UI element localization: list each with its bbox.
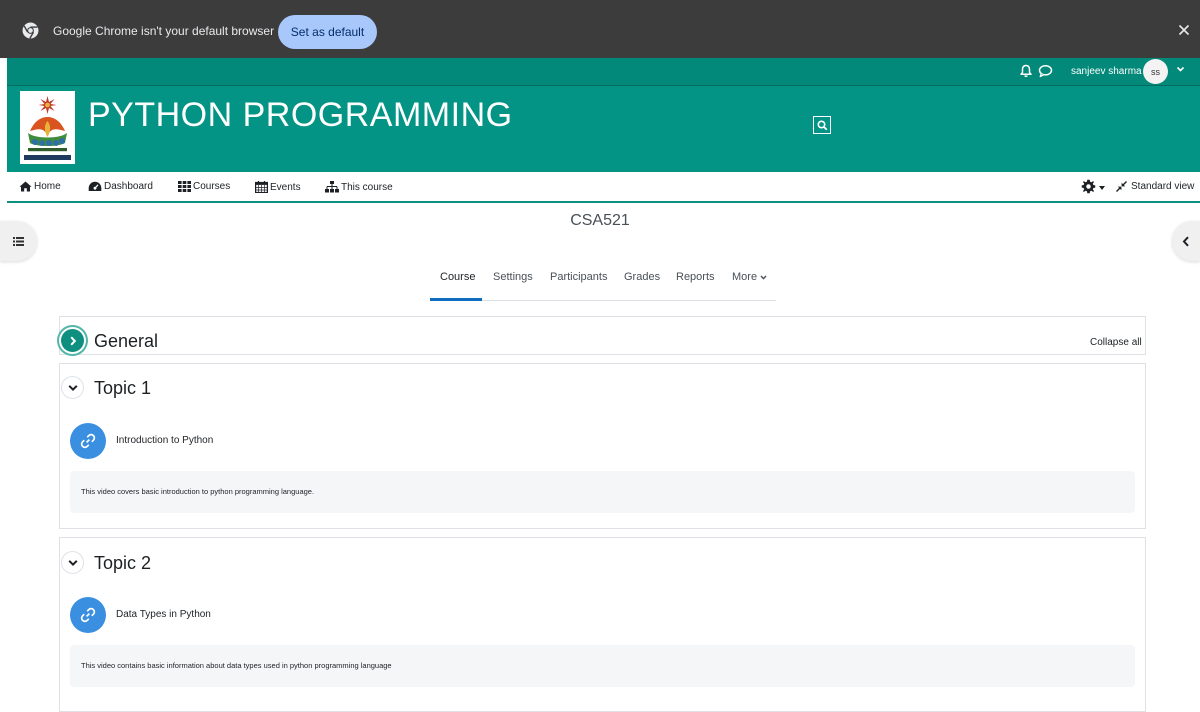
caret-down-icon[interactable] (1099, 186, 1105, 190)
activity-link[interactable]: Introduction to Python (116, 435, 213, 446)
tab-participants[interactable]: Participants (550, 271, 607, 283)
nav-courses[interactable]: Courses (178, 181, 230, 192)
search-button[interactable] (813, 116, 831, 134)
home-icon (19, 181, 32, 192)
nav-dashboard-label: Dashboard (104, 181, 153, 192)
close-icon[interactable] (1176, 22, 1192, 38)
chevron-down-icon (67, 559, 78, 566)
site-title[interactable]: PYTHON PROGRAMMING (88, 96, 513, 135)
avatar[interactable]: ss (1143, 59, 1168, 84)
sitemap-icon (325, 181, 339, 193)
compress-icon (1116, 181, 1127, 192)
section-general-title[interactable]: General (94, 331, 158, 352)
page-title: CSA521 (570, 212, 630, 229)
link-icon (80, 433, 96, 449)
url-activity-icon[interactable] (70, 423, 106, 459)
nav-events[interactable]: Events (255, 181, 301, 193)
tab-grades[interactable]: Grades (624, 271, 660, 283)
activity-description: This video covers basic introduction to … (70, 471, 1135, 513)
nav-this-course-label: This course (341, 181, 393, 193)
tab-settings[interactable]: Settings (493, 271, 533, 283)
collapse-all-link[interactable]: Collapse all (1090, 337, 1142, 348)
standard-view-label: Standard view (1131, 181, 1195, 192)
messages-icon[interactable] (1038, 64, 1053, 78)
nav-events-label: Events (270, 181, 301, 193)
activity-description-text: This video contains basic information ab… (81, 661, 392, 670)
tab-course[interactable]: Course (440, 271, 475, 283)
chevron-down-icon[interactable] (1176, 66, 1185, 73)
university-logo[interactable] (20, 91, 75, 164)
active-tab-indicator (430, 298, 482, 301)
nav-courses-label: Courses (193, 181, 231, 192)
tab-more-label: More (732, 271, 758, 283)
section-general-toggle[interactable] (61, 329, 84, 352)
chevron-left-icon (1182, 236, 1189, 246)
tab-reports[interactable]: Reports (676, 271, 715, 283)
search-icon (816, 119, 827, 130)
section-general (59, 316, 1146, 355)
user-name[interactable]: sanjeev sharma (1071, 66, 1142, 77)
section-topic-1-title[interactable]: Topic 1 (94, 378, 151, 399)
nav-this-course[interactable]: This course (325, 181, 393, 193)
chrome-logo-icon (22, 22, 39, 39)
section-topic-2-toggle[interactable] (61, 551, 84, 574)
activity-description-text: This video covers basic introduction to … (81, 487, 315, 496)
chevron-down-icon (67, 384, 78, 391)
dashboard-icon (88, 181, 102, 191)
calendar-icon (255, 181, 268, 193)
url-activity-icon[interactable] (70, 597, 106, 633)
section-topic-2-title[interactable]: Topic 2 (94, 553, 151, 574)
grid-icon (178, 181, 191, 192)
activity-link[interactable]: Data Types in Python (116, 609, 211, 620)
activity-description: This video contains basic information ab… (70, 645, 1135, 687)
notification-bell-icon[interactable] (1019, 64, 1033, 78)
course-tabs: Course Settings Participants Grades Repo… (430, 266, 776, 301)
chevron-down-icon (760, 275, 767, 280)
nav-home[interactable]: Home (19, 181, 61, 192)
default-browser-message: Google Chrome isn't your default browser (53, 24, 275, 38)
set-as-default-button[interactable]: Set as default (278, 15, 377, 49)
standard-view-toggle[interactable]: Standard view (1116, 181, 1194, 192)
link-icon (80, 607, 96, 623)
section-topic-1-toggle[interactable] (61, 376, 84, 399)
gear-icon[interactable] (1081, 179, 1096, 194)
nav-dashboard[interactable]: Dashboard (88, 181, 153, 192)
chevron-right-icon (69, 336, 76, 345)
list-icon (13, 236, 24, 246)
nav-home-label: Home (34, 181, 61, 192)
tab-more[interactable]: More (732, 271, 767, 283)
